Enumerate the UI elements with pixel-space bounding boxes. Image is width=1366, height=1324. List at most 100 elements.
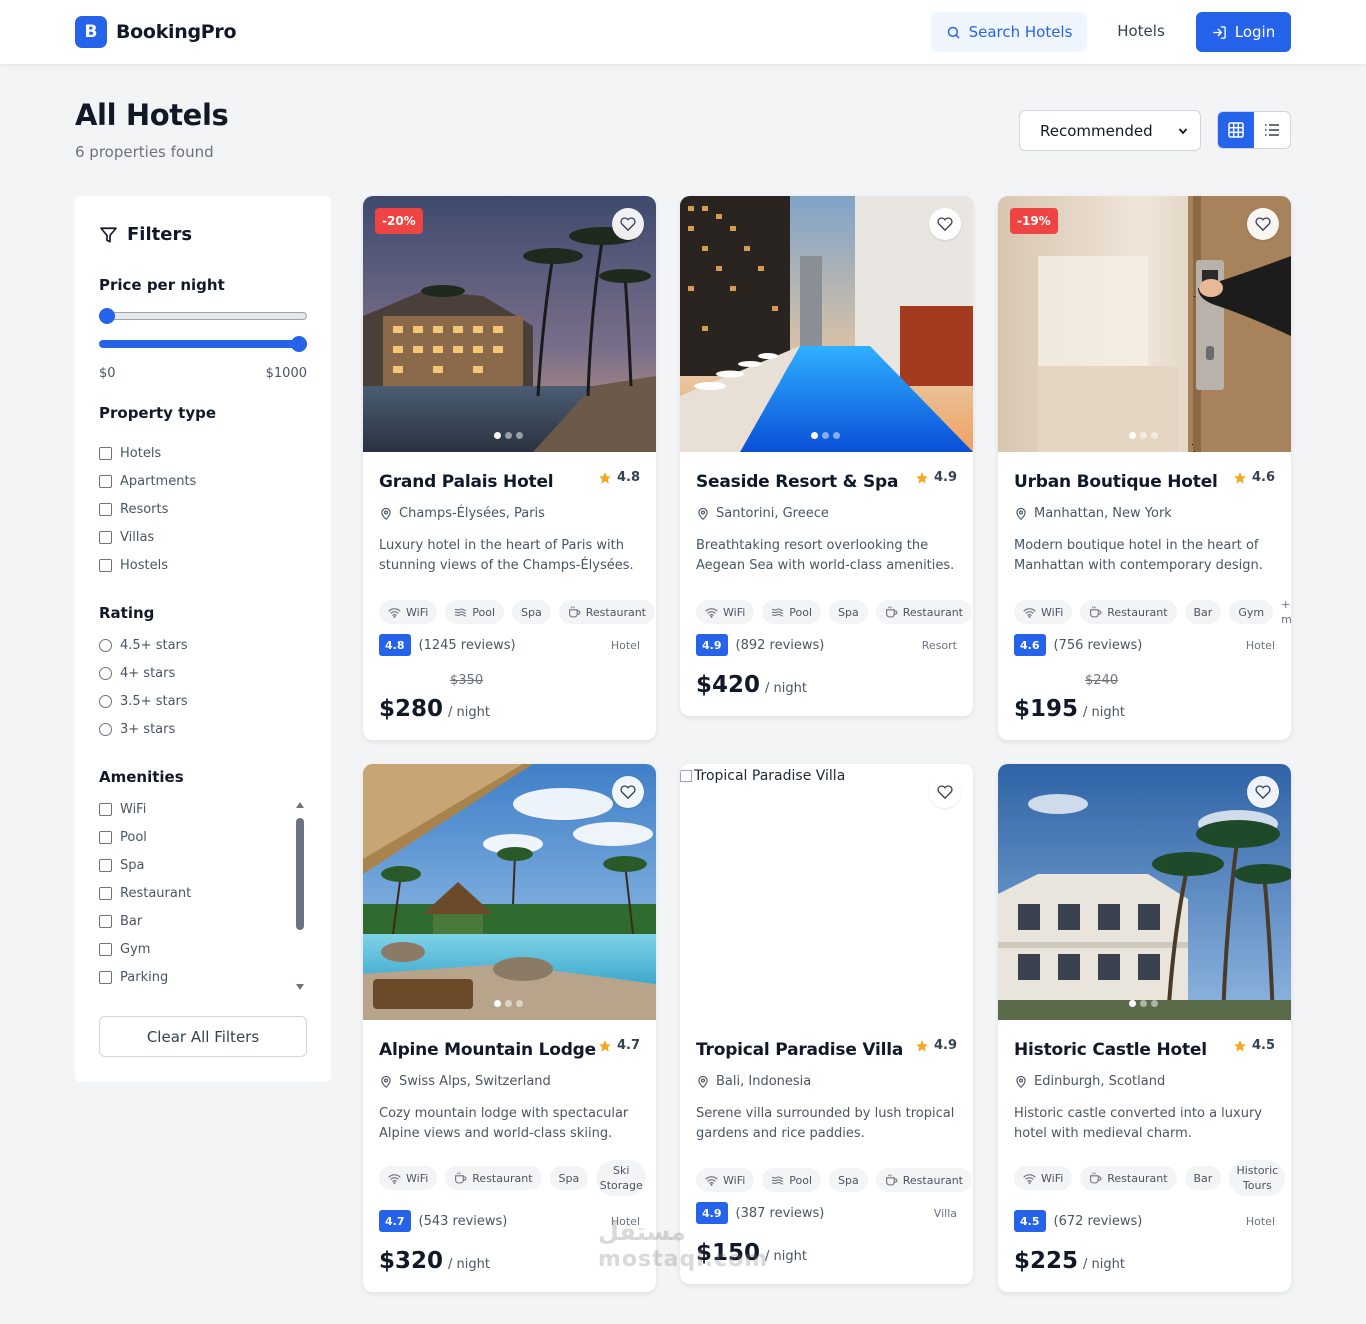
hotel-card[interactable]: Historic Castle Hotel 4.5 Edinburgh, Sco… bbox=[998, 764, 1291, 1292]
rating-option-3-5[interactable]: 3.5+ stars bbox=[99, 694, 188, 709]
amenity-tag: Spa bbox=[829, 1168, 868, 1192]
favorite-button[interactable] bbox=[929, 208, 961, 240]
favorite-button[interactable] bbox=[1247, 208, 1279, 240]
amenity-option-spa[interactable]: Spa bbox=[99, 858, 144, 873]
price: $420 / night bbox=[696, 672, 807, 698]
nav-hotels-link[interactable]: Hotels bbox=[1104, 22, 1178, 40]
option-label: Pool bbox=[120, 830, 147, 845]
hotel-image[interactable]: -19% bbox=[998, 196, 1291, 452]
checkbox[interactable] bbox=[99, 943, 112, 956]
hotel-image[interactable] bbox=[680, 196, 973, 452]
hotel-name[interactable]: Tropical Paradise Villa bbox=[696, 1040, 903, 1060]
amenity-tags: WiFi Pool Spa Restaurant bbox=[379, 592, 656, 632]
sort-select[interactable]: Recommended bbox=[1019, 110, 1201, 151]
property-option-resorts[interactable]: Resorts bbox=[99, 502, 168, 517]
clear-filters-button[interactable]: Clear All Filters bbox=[99, 1016, 307, 1057]
checkbox[interactable] bbox=[99, 503, 112, 516]
search-icon bbox=[947, 26, 960, 39]
hotel-card[interactable]: -20% Grand Palais Hotel 4.8 Champs-Élysé… bbox=[363, 196, 656, 740]
hotel-name[interactable]: Urban Boutique Hotel bbox=[1014, 472, 1218, 492]
carousel-dot[interactable] bbox=[1129, 1000, 1136, 1007]
hotel-image[interactable]: Tropical Paradise Villa bbox=[680, 764, 973, 1020]
list-view-button[interactable] bbox=[1254, 112, 1290, 148]
hotel-name[interactable]: Alpine Mountain Lodge bbox=[379, 1040, 596, 1060]
rating-value: 4.6 bbox=[1251, 470, 1275, 485]
carousel-dot[interactable] bbox=[822, 432, 829, 439]
checkbox[interactable] bbox=[99, 887, 112, 900]
checkbox[interactable] bbox=[99, 859, 112, 872]
checkbox[interactable] bbox=[99, 803, 112, 816]
radio[interactable] bbox=[99, 723, 112, 736]
carousel-dot[interactable] bbox=[1140, 1000, 1147, 1007]
search-hotels-button[interactable]: Search Hotels bbox=[931, 12, 1087, 52]
price-max-slider[interactable] bbox=[99, 334, 307, 354]
favorite-button[interactable] bbox=[929, 776, 961, 808]
amenity-option-bar[interactable]: Bar bbox=[99, 914, 142, 929]
hotel-name[interactable]: Seaside Resort & Spa bbox=[696, 472, 898, 492]
amenity-option-gym[interactable]: Gym bbox=[99, 942, 150, 957]
hotel-card[interactable]: Alpine Mountain Lodge 4.7 Swiss Alps, Sw… bbox=[363, 764, 656, 1292]
carousel-dot[interactable] bbox=[1140, 432, 1147, 439]
favorite-button[interactable] bbox=[612, 208, 644, 240]
checkbox[interactable] bbox=[99, 559, 112, 572]
checkbox[interactable] bbox=[99, 531, 112, 544]
rating-option-4-5[interactable]: 4.5+ stars bbox=[99, 638, 188, 653]
hotel-description: Modern boutique hotel in the heart of Ma… bbox=[1014, 538, 1263, 573]
radio[interactable] bbox=[99, 639, 112, 652]
hotel-name[interactable]: Grand Palais Hotel bbox=[379, 472, 554, 492]
slider-thumb-max[interactable] bbox=[291, 336, 307, 352]
price: $280 / night bbox=[379, 696, 490, 722]
carousel-dot[interactable] bbox=[505, 1000, 512, 1007]
carousel-dot[interactable] bbox=[833, 432, 840, 439]
carousel-dot[interactable] bbox=[516, 432, 523, 439]
scroll-up-arrow-icon[interactable] bbox=[296, 802, 304, 808]
login-button[interactable]: Login bbox=[1196, 12, 1291, 52]
radio[interactable] bbox=[99, 695, 112, 708]
hotel-image[interactable]: -20% bbox=[363, 196, 656, 452]
property-option-hotels[interactable]: Hotels bbox=[99, 446, 161, 461]
hotel-card[interactable]: Tropical Paradise Villa Tropical Paradis… bbox=[680, 764, 973, 1284]
amenity-option-pool[interactable]: Pool bbox=[99, 830, 147, 845]
checkbox[interactable] bbox=[99, 971, 112, 984]
scrollbar-thumb[interactable] bbox=[296, 818, 304, 930]
heart-icon bbox=[937, 217, 953, 232]
carousel-dot[interactable] bbox=[494, 432, 501, 439]
brand[interactable]: B BookingPro bbox=[75, 16, 237, 48]
review-count: (756 reviews) bbox=[1053, 637, 1143, 653]
rating-option-4[interactable]: 4+ stars bbox=[99, 666, 175, 681]
carousel-dot[interactable] bbox=[811, 432, 818, 439]
favorite-button[interactable] bbox=[612, 776, 644, 808]
price-unit: / night bbox=[765, 1249, 807, 1264]
carousel-dot[interactable] bbox=[505, 432, 512, 439]
property-option-villas[interactable]: Villas bbox=[99, 530, 154, 545]
checkbox[interactable] bbox=[99, 915, 112, 928]
hotel-card[interactable]: -19% Urban Boutique Hotel 4.6 Manhattan,… bbox=[998, 196, 1291, 740]
checkbox[interactable] bbox=[99, 447, 112, 460]
property-option-hostels[interactable]: Hostels bbox=[99, 558, 168, 573]
grid-view-button[interactable] bbox=[1218, 112, 1254, 148]
carousel-dot[interactable] bbox=[1151, 432, 1158, 439]
price-min-slider[interactable] bbox=[99, 306, 307, 326]
hotel-card[interactable]: Seaside Resort & Spa 4.9 Santorini, Gree… bbox=[680, 196, 973, 716]
hotel-description: Luxury hotel in the heart of Paris with … bbox=[379, 538, 634, 573]
amenity-option-wifi[interactable]: WiFi bbox=[99, 802, 146, 817]
favorite-button[interactable] bbox=[1247, 776, 1279, 808]
carousel-dot[interactable] bbox=[516, 1000, 523, 1007]
hotel-image[interactable] bbox=[998, 764, 1291, 1020]
amenity-option-parking[interactable]: Parking bbox=[99, 970, 168, 985]
hotel-image[interactable] bbox=[363, 764, 656, 1020]
property-option-apartments[interactable]: Apartments bbox=[99, 474, 196, 489]
slider-thumb-min[interactable] bbox=[99, 308, 115, 324]
radio[interactable] bbox=[99, 667, 112, 680]
filters-title: Filters bbox=[127, 224, 193, 245]
amenity-option-restaurant[interactable]: Restaurant bbox=[99, 886, 191, 901]
checkbox[interactable] bbox=[99, 475, 112, 488]
checkbox[interactable] bbox=[99, 831, 112, 844]
scroll-down-arrow-icon[interactable] bbox=[296, 984, 304, 990]
carousel-dot[interactable] bbox=[494, 1000, 501, 1007]
amenities-scrollbar[interactable] bbox=[295, 802, 305, 990]
hotel-name[interactable]: Historic Castle Hotel bbox=[1014, 1040, 1207, 1060]
rating-option-3[interactable]: 3+ stars bbox=[99, 722, 175, 737]
carousel-dot[interactable] bbox=[1129, 432, 1136, 439]
carousel-dot[interactable] bbox=[1151, 1000, 1158, 1007]
